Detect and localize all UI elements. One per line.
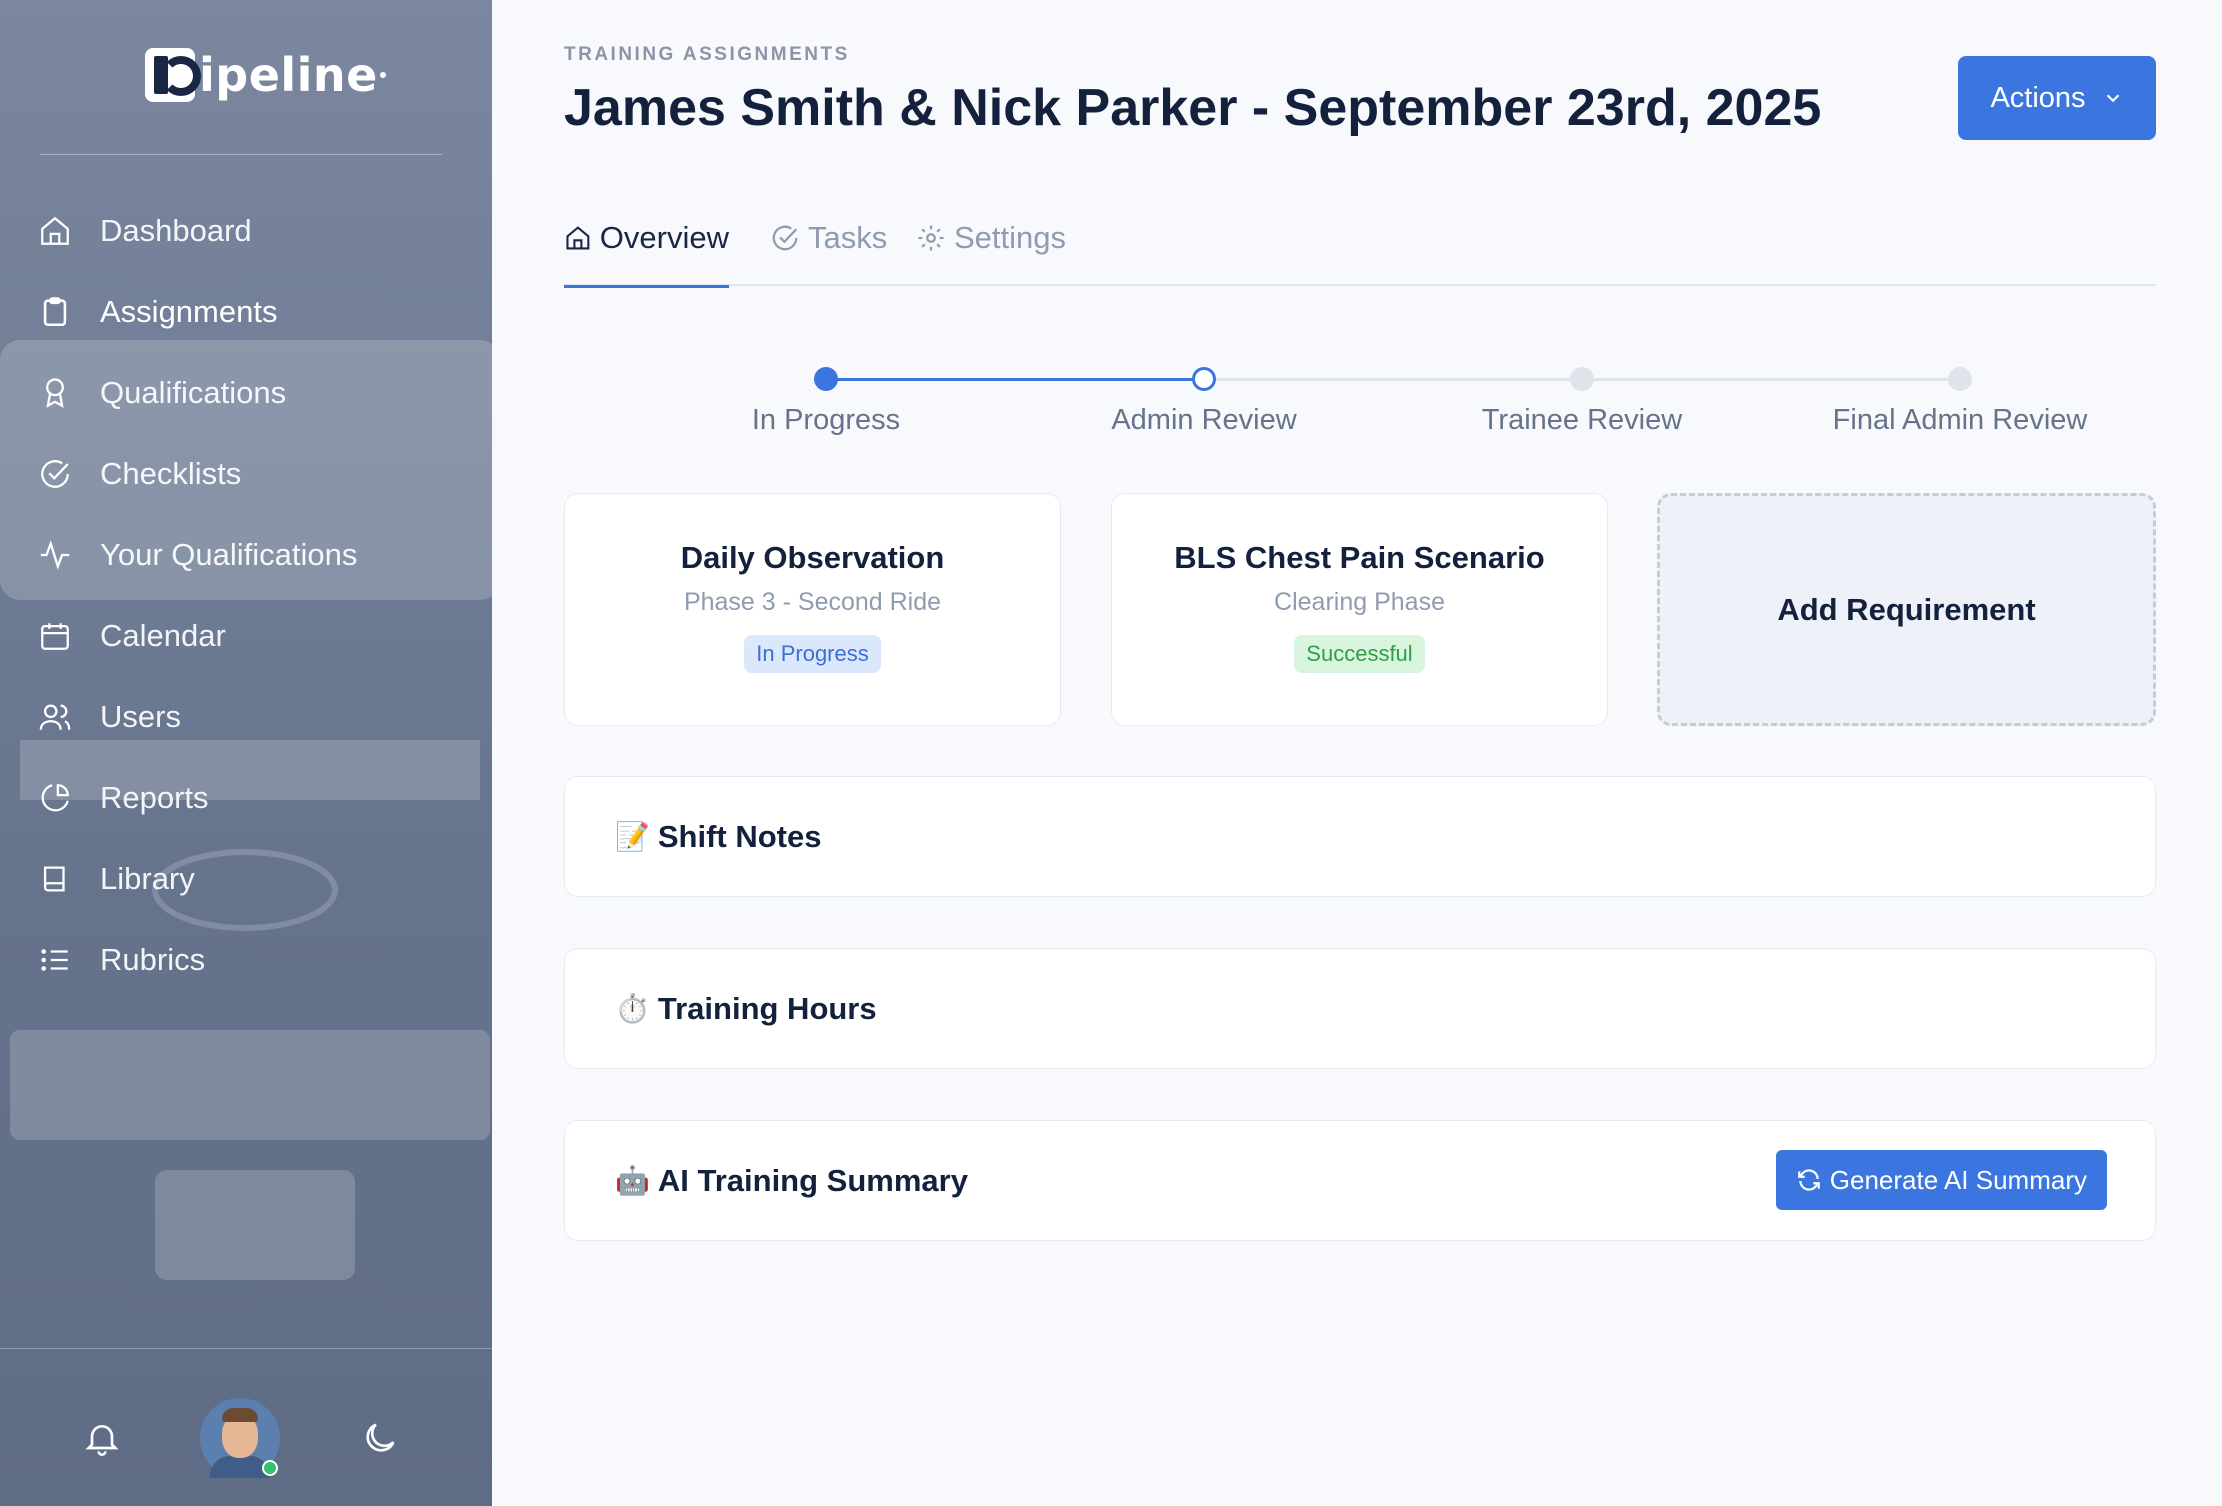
sidebar-item-label: Users (100, 698, 181, 734)
book-icon (43, 866, 65, 891)
sidebar-item-label: Rubrics (100, 941, 206, 977)
add-requirement-button[interactable]: Add Requirement (1657, 493, 2156, 726)
memo-icon: 📝 (615, 821, 650, 852)
stepper-dot (1570, 367, 1594, 391)
sidebar-item-users[interactable]: Users (38, 676, 458, 757)
stepper-label: Trainee Review (1481, 404, 1683, 436)
logo-dot (379, 72, 386, 78)
stepper-label: Admin Review (1111, 404, 1297, 436)
requirement-subtitle: Phase 3 - Second Ride (683, 588, 942, 616)
award-icon (46, 377, 64, 408)
stepper-label: In Progress (751, 404, 901, 436)
status-badge: Successful (1294, 635, 1425, 673)
stepper-dot (1192, 367, 1216, 391)
requirement-title: Daily Observation (680, 540, 945, 575)
sidebar-item-qualifications[interactable]: Qualifications (38, 352, 458, 433)
stepper-connector (826, 378, 1204, 381)
tab-bar: Overview Tasks Settings (564, 190, 2156, 288)
sidebar-item-label: Your Qualifications (100, 536, 358, 572)
moon-icon[interactable] (360, 1418, 400, 1458)
shift-notes-section[interactable]: 📝 Shift Notes (564, 776, 2156, 897)
section-title: Shift Notes (657, 818, 822, 854)
sidebar-item-label: Dashboard (100, 212, 252, 248)
users-icon (39, 704, 71, 730)
avatar-hair (222, 1408, 258, 1422)
logo-mark-icon (145, 48, 201, 102)
page-title: James Smith & Nick Parker - September 23… (564, 79, 1822, 137)
main-content: TRAINING ASSIGNMENTS James Smith & Nick … (492, 0, 2222, 1506)
section-title: AI Training Summary (657, 1162, 968, 1198)
gear-icon (918, 225, 944, 251)
tab-label: Settings (954, 220, 1067, 255)
check-circle-icon (772, 225, 798, 251)
section-title: Training Hours (657, 990, 877, 1026)
sidebar-item-label: Checklists (100, 455, 242, 491)
check-circle-icon (41, 459, 69, 488)
generate-ai-summary-label: Generate AI Summary (1829, 1164, 2087, 1195)
actions-button-label: Actions (1990, 81, 2086, 114)
sidebar-item-label: Calendar (100, 617, 226, 653)
list-icon (41, 948, 68, 971)
clipboard-icon (43, 296, 67, 326)
sidebar-item-rubrics[interactable]: Rubrics (38, 919, 458, 1000)
stepper-dot (1948, 367, 1972, 391)
refresh-icon (1797, 1169, 1820, 1191)
actions-button[interactable]: Actions (1958, 56, 2156, 140)
page-eyebrow: TRAINING ASSIGNMENTS (564, 44, 850, 65)
sidebar-item-reports[interactable]: Reports (38, 757, 458, 838)
brand-name: ipeline (199, 48, 378, 102)
sidebar-item-assignments[interactable]: Assignments (38, 271, 458, 352)
stepper-connector (1204, 378, 1582, 381)
stepper-dot (814, 367, 838, 391)
sidebar-item-label: Assignments (100, 293, 278, 329)
calendar-icon (41, 622, 69, 650)
pie-chart-icon (41, 783, 69, 811)
requirement-card[interactable]: BLS Chest Pain Scenario Clearing Phase S… (1111, 493, 1608, 726)
home-icon (566, 226, 590, 250)
status-badge: In Progress (744, 635, 881, 673)
requirement-title: BLS Chest Pain Scenario (1174, 540, 1545, 575)
training-hours-section[interactable]: ⏱️ Training Hours (564, 948, 2156, 1069)
sidebar-item-calendar[interactable]: Calendar (38, 595, 458, 676)
generate-ai-summary-button[interactable]: Generate AI Summary (1775, 1150, 2107, 1210)
avatar-shirt (210, 1456, 270, 1478)
bell-icon[interactable] (82, 1418, 122, 1458)
home-icon (41, 216, 69, 245)
sidebar-item-your-qualifications[interactable]: Your Qualifications (38, 514, 458, 595)
sidebar-item-label: Reports (100, 779, 209, 815)
sidebar-item-library[interactable]: Library (38, 838, 458, 919)
stopwatch-icon: ⏱️ (615, 993, 650, 1024)
add-requirement-label: Add Requirement (1777, 591, 2036, 627)
activity-icon (40, 539, 70, 570)
tab-tasks[interactable]: Tasks (770, 190, 887, 286)
tab-label: Overview (599, 220, 729, 255)
progress-stepper: In Progress Admin Review Trainee Review Fin… (564, 360, 2156, 460)
sidebar-divider (40, 154, 442, 155)
sidebar-item-dashboard[interactable]: Dashboard (38, 190, 458, 271)
sidebar-item-checklists[interactable]: Checklists (38, 433, 458, 514)
online-status-indicator (262, 1460, 278, 1476)
avatar[interactable] (200, 1398, 280, 1478)
sidebar-item-label: Library (100, 860, 195, 896)
brand-logo[interactable]: ipeline (145, 48, 386, 102)
tab-overview[interactable]: Overview (564, 190, 729, 288)
sidebar-footer (0, 1398, 492, 1478)
stepper-connector (1582, 378, 1960, 381)
sidebar-nav: Dashboard Assignments Qualifications Che… (38, 190, 458, 1000)
sidebar-item-label: Qualifications (100, 374, 287, 410)
tab-settings[interactable]: Settings (916, 190, 1066, 286)
requirement-card[interactable]: Daily Observation Phase 3 - Second Ride … (564, 493, 1061, 726)
stepper-label: Final Admin Review (1832, 404, 2088, 436)
requirement-subtitle: Clearing Phase (1274, 588, 1445, 616)
tab-label: Tasks (808, 220, 888, 255)
sidebar: ipeline Dashboard Assignments Qualificat… (0, 0, 492, 1506)
sidebar-footer-divider (0, 1348, 492, 1349)
robot-icon: 🤖 (615, 1165, 650, 1196)
ai-training-summary-section: 🤖 AI Training Summary Generate AI Summar… (564, 1120, 2156, 1241)
chevron-down-icon (2106, 94, 2119, 103)
